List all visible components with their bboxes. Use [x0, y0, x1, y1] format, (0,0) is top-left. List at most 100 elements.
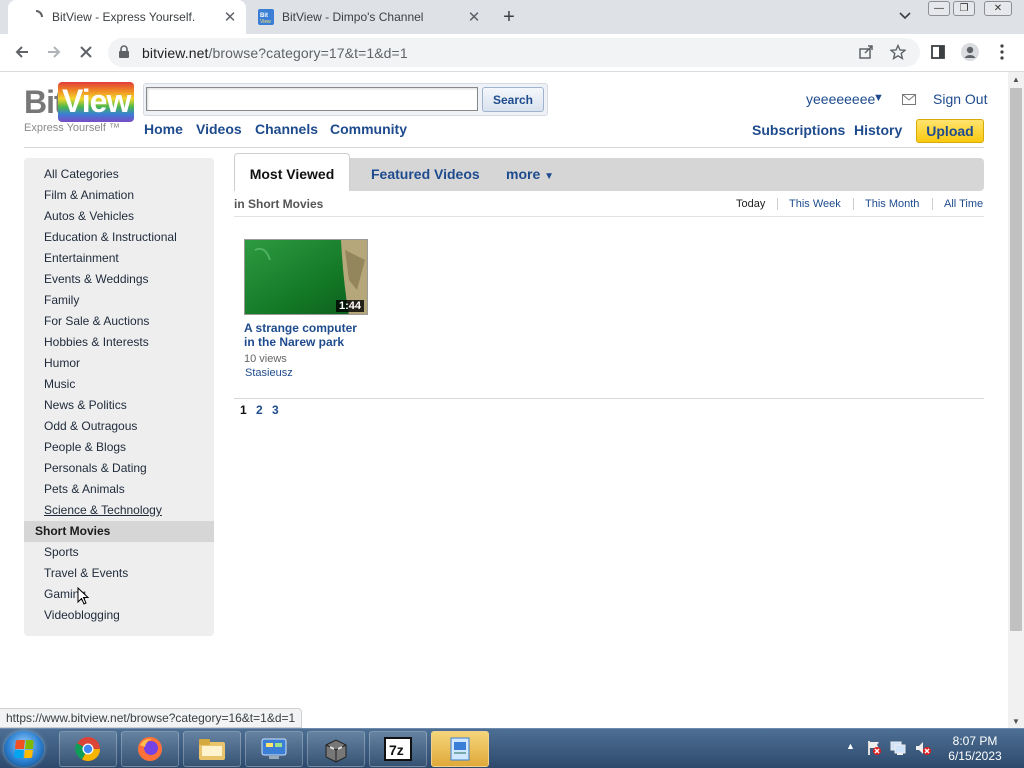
restore-icon[interactable]: ❐	[953, 1, 975, 16]
svg-text:7z: 7z	[389, 742, 404, 758]
mail-icon[interactable]	[902, 92, 916, 110]
filter-today[interactable]: Today	[736, 198, 765, 210]
category-link[interactable]: Travel & Events	[44, 566, 128, 580]
action-center-icon[interactable]	[866, 740, 882, 761]
category-link[interactable]: Film & Animation	[44, 188, 134, 202]
search-input[interactable]	[146, 87, 478, 111]
category-link[interactable]: Science & Technology	[44, 503, 162, 517]
filter-this-month[interactable]: This Month	[865, 198, 919, 210]
nav-videos[interactable]: Videos	[196, 121, 242, 137]
app-icon[interactable]	[431, 731, 489, 767]
divider	[234, 398, 984, 399]
bitview-logo[interactable]: Bit View Express Yourself ™	[24, 80, 135, 136]
network-icon[interactable]	[890, 740, 908, 761]
scrollbar-thumb[interactable]	[1010, 88, 1022, 631]
video-title-link[interactable]: A strange computer in the Narew park	[244, 321, 368, 349]
tab-most-viewed[interactable]: Most Viewed	[234, 153, 350, 191]
sandbox-icon[interactable]	[307, 731, 365, 767]
scroll-down-icon[interactable]: ▼	[1008, 714, 1024, 728]
clock-date: 6/15/2023	[948, 749, 1002, 763]
filter-all-time[interactable]: All Time	[944, 198, 983, 210]
chevron-down-icon[interactable]	[896, 7, 914, 25]
profile-icon[interactable]	[958, 40, 982, 64]
tagline: Express Yourself ™	[24, 122, 120, 134]
separator	[853, 198, 854, 210]
caret-down-icon: ▼	[544, 171, 555, 182]
control-panel-icon[interactable]	[245, 731, 303, 767]
video-thumbnail[interactable]: 1:44	[244, 239, 368, 315]
tab-featured-videos[interactable]: Featured Videos	[371, 166, 480, 182]
separator	[932, 198, 933, 210]
subscriptions-link[interactable]: Subscriptions	[752, 122, 845, 138]
tab-bitview-home[interactable]: BitView - Express Yourself. ✕	[8, 0, 246, 34]
category-link[interactable]: Family	[44, 293, 79, 307]
windows-logo-icon	[14, 740, 34, 758]
category-link[interactable]: Music	[44, 377, 75, 391]
category-link[interactable]: Hobbies & Interests	[44, 335, 149, 349]
tray-expand-icon[interactable]: ▲	[846, 741, 855, 751]
separator	[777, 198, 778, 210]
category-selected[interactable]: Short Movies	[24, 521, 214, 542]
video-duration: 1:44	[335, 300, 364, 312]
address-bar[interactable]: bitview.net/browse?category=17&t=1&d=1	[108, 38, 920, 67]
link-status-bubble: https://www.bitview.net/browse?category=…	[0, 708, 303, 728]
tab-more[interactable]: more ▼	[506, 166, 554, 182]
category-link[interactable]: Odd & Outragous	[44, 419, 137, 433]
category-link[interactable]: Education & Instructional	[44, 230, 177, 244]
category-link[interactable]: News & Politics	[44, 398, 127, 412]
history-link[interactable]: History	[854, 122, 902, 138]
windows-taskbar: 7z ▲ 8:07 PM 6/15/2023	[0, 728, 1024, 768]
category-link[interactable]: For Sale & Auctions	[44, 314, 149, 328]
explorer-icon[interactable]	[183, 731, 241, 767]
forward-icon[interactable]	[42, 40, 66, 64]
category-link[interactable]: Entertainment	[44, 251, 119, 265]
chrome-icon[interactable]	[59, 731, 117, 767]
page-scrollbar[interactable]: ▲ ▼	[1008, 72, 1024, 728]
scroll-up-icon[interactable]: ▲	[1008, 72, 1024, 86]
upload-button[interactable]: Upload	[916, 119, 984, 143]
category-link[interactable]: Sports	[44, 545, 79, 559]
start-button[interactable]	[4, 731, 44, 767]
category-link[interactable]: All Categories	[44, 167, 119, 181]
svg-text:View: View	[260, 19, 271, 25]
page-2[interactable]: 2	[256, 403, 263, 417]
firefox-icon[interactable]	[121, 731, 179, 767]
page-3[interactable]: 3	[272, 403, 279, 417]
filter-this-week[interactable]: This Week	[789, 198, 841, 210]
bookmark-star-icon[interactable]	[886, 40, 910, 64]
username-link[interactable]: yeeeeeeee	[806, 91, 875, 107]
close-icon[interactable]: ✕	[220, 7, 240, 27]
nav-channels[interactable]: Channels	[255, 121, 318, 137]
category-link[interactable]: People & Blogs	[44, 440, 126, 454]
category-sidebar: Short Movies All Categories Film & Animat…	[24, 158, 214, 636]
tab-dimpo-channel[interactable]: Bit View BitView - Dimpo's Channel ✕	[250, 0, 490, 34]
share-icon[interactable]	[854, 40, 878, 64]
close-icon[interactable]: ✕	[464, 7, 484, 27]
minimize-icon[interactable]: —	[928, 1, 950, 16]
category-link[interactable]: Autos & Vehicles	[44, 209, 134, 223]
stop-icon[interactable]	[74, 40, 98, 64]
page-1: 1	[240, 403, 247, 417]
taskbar-clock[interactable]: 8:07 PM 6/15/2023	[940, 734, 1010, 764]
divider	[234, 216, 984, 217]
nav-community[interactable]: Community	[330, 121, 407, 137]
close-window-icon[interactable]: ✕	[984, 1, 1012, 16]
video-uploader-link[interactable]: Stasieusz	[245, 367, 293, 379]
category-link[interactable]: Pets & Animals	[44, 482, 125, 496]
category-link[interactable]: Events & Weddings	[44, 272, 149, 286]
header-divider	[24, 147, 984, 148]
loading-icon	[28, 9, 44, 25]
new-tab-icon[interactable]: +	[498, 6, 520, 28]
back-icon[interactable]	[10, 40, 34, 64]
nav-home[interactable]: Home	[144, 121, 183, 137]
category-link[interactable]: Videoblogging	[44, 608, 120, 622]
volume-muted-icon[interactable]	[914, 740, 932, 761]
sign-out-link[interactable]: Sign Out	[933, 91, 987, 107]
menu-dots-icon[interactable]	[990, 40, 1014, 64]
7zip-icon[interactable]: 7z	[369, 731, 427, 767]
caret-down-icon[interactable]: ▼	[873, 92, 884, 104]
side-panel-icon[interactable]	[926, 40, 950, 64]
category-link[interactable]: Humor	[44, 356, 80, 370]
search-button[interactable]: Search	[482, 87, 544, 112]
category-link[interactable]: Personals & Dating	[44, 461, 147, 475]
